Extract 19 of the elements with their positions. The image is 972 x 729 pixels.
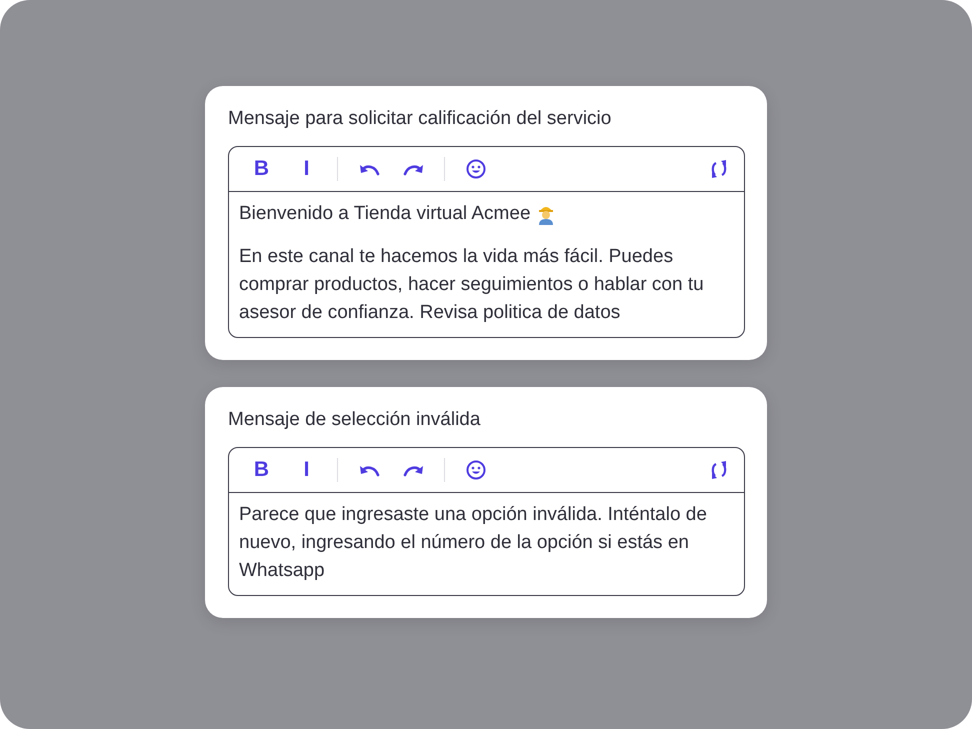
italic-button[interactable]: I (284, 154, 329, 184)
message-text: Parece que ingresaste una opción inválida. Inténtalo de nuevo, ingresando el número de la opción si estás en Whatsapp (239, 503, 708, 583)
message-editor[interactable]: B I Bienvenido a Tienda virtual Acmee En este canal te hacemos la vida más fácil. Puedes comprar productos, hacer seguimientos o hablar con tu asesor de confianza. Revisa politica de datos (228, 146, 745, 338)
smiley-icon (466, 460, 486, 480)
refresh-icon (709, 159, 729, 179)
redo-icon (402, 463, 424, 477)
refresh-icon (709, 460, 729, 480)
card-title: Mensaje para solicitar calificación del servicio (228, 108, 612, 130)
bold-button[interactable]: B (239, 455, 284, 485)
undo-icon (358, 162, 380, 176)
undo-icon (358, 463, 380, 477)
bold-button[interactable]: B (239, 154, 284, 184)
italic-button[interactable]: I (284, 455, 329, 485)
message-text: En este canal te hacemos la vida más fácil. Puedes comprar productos, hacer seguimientos o hablar con tu asesor de confianza. Revisa politica de datos (239, 245, 705, 325)
smiley-icon (466, 159, 486, 179)
message-text: Bienvenido a Tienda virtual Acmee (239, 202, 531, 226)
redo-icon (402, 162, 424, 176)
card-title: Mensaje de selección inválida (228, 409, 482, 431)
message-editor[interactable]: B I Parece que ingresaste una opción inválida. Inténtalo de nuevo, ingresando el número de la opción si estás en Whatsapp (228, 447, 745, 596)
